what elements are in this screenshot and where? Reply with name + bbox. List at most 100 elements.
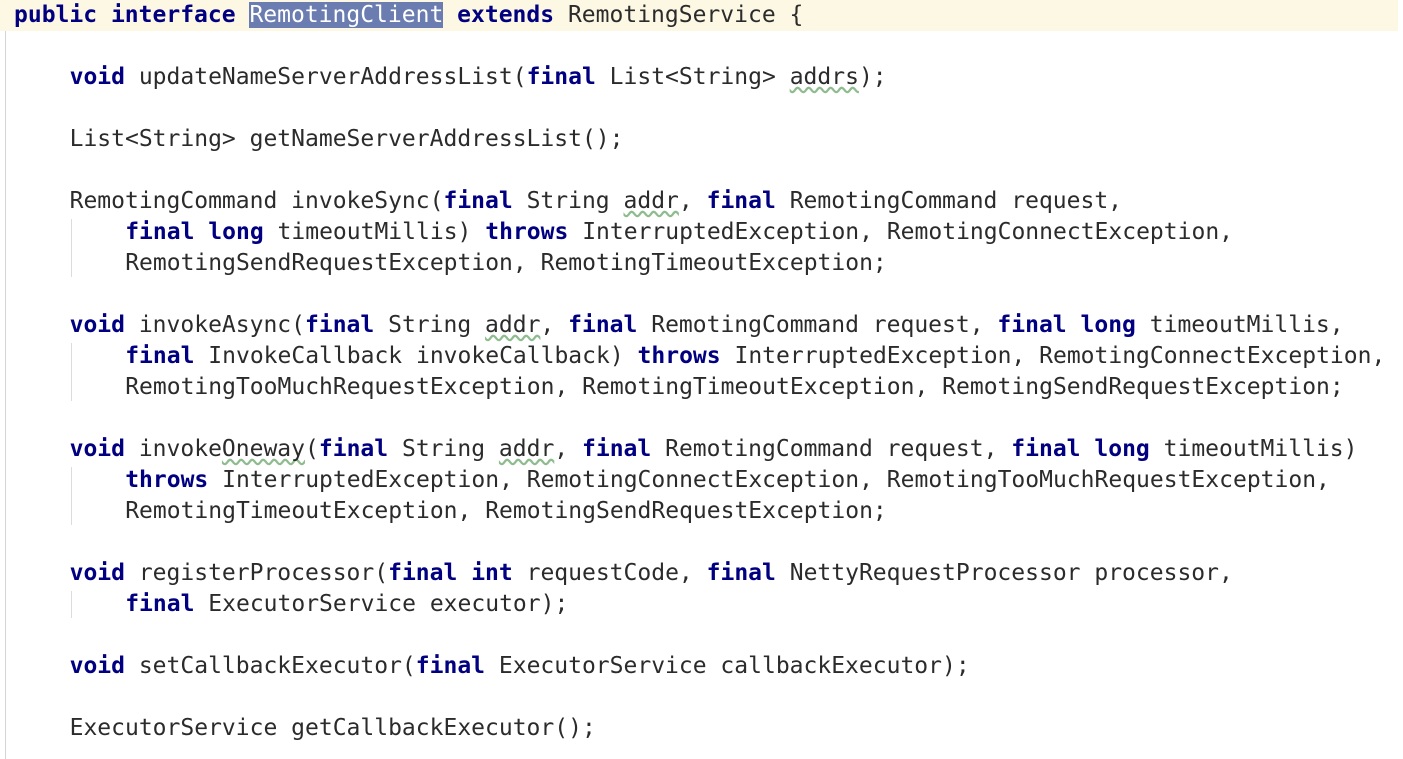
code-keyword: final: [318, 436, 389, 462]
code-text: invoke: [124, 436, 222, 462]
indent-guide: [71, 591, 72, 618]
code-line-current[interactable]: public interface RemotingClient extends …: [0, 0, 1398, 31]
code-text: timeoutMillis): [263, 219, 486, 245]
code-text: timeoutMillis): [1149, 436, 1358, 462]
code-keyword: final: [125, 219, 195, 245]
code-keyword: throws: [125, 467, 209, 493]
code-keyword: final: [526, 64, 596, 90]
code-line[interactable]: RemotingTooMuchRequestException, Remotin…: [0, 372, 1403, 403]
code-text: requestCode,: [512, 560, 707, 586]
code-text: RemotingTooMuchRequestException, Remotin…: [125, 374, 1344, 400]
code-keyword: void: [69, 560, 125, 586]
indent-guide: [71, 467, 72, 525]
code-line[interactable]: void updateNameServerAddressList(final L…: [0, 62, 1403, 93]
code-text: ExecutorService getCallbackExecutor();: [69, 715, 596, 741]
code-keyword: void: [69, 64, 125, 90]
code-text: RemotingSendRequestException, RemotingTi…: [125, 250, 887, 276]
code-keyword: final: [997, 312, 1067, 338]
code-text: updateNameServerAddressList(: [124, 64, 527, 90]
code-keyword: long: [208, 219, 264, 245]
code-line[interactable]: List<String> getNameServerAddressList();: [0, 124, 1403, 155]
code-text: RemotingTimeoutException, RemotingSendRe…: [125, 498, 887, 524]
code-line[interactable]: throws InterruptedException, RemotingCon…: [0, 465, 1403, 496]
code-line-blank[interactable]: [0, 155, 1403, 186]
code-keyword: final: [443, 188, 513, 214]
code-text: InvokeCallback invokeCallback): [194, 343, 638, 369]
code-text: );: [858, 64, 887, 90]
code-keyword: public: [14, 2, 98, 28]
code-line[interactable]: void invokeOneway(final String addr, fin…: [0, 434, 1403, 465]
code-line[interactable]: RemotingCommand invokeSync(final String …: [0, 186, 1403, 217]
code-keyword: long: [1080, 312, 1136, 338]
code-text: NettyRequestProcessor processor,: [775, 560, 1233, 586]
code-line-blank[interactable]: [0, 403, 1403, 434]
code-text: ,: [540, 312, 569, 338]
code-keyword: extends: [457, 2, 555, 28]
code-line[interactable]: final InvokeCallback invokeCallback) thr…: [0, 341, 1403, 372]
code-keyword: long: [1094, 436, 1150, 462]
code-keyword: throws: [637, 343, 721, 369]
code-line-blank[interactable]: [0, 527, 1403, 558]
code-text: String: [374, 312, 486, 338]
code-line[interactable]: void registerProcessor(final int request…: [0, 558, 1403, 589]
code-text: ExecutorService executor);: [194, 591, 569, 617]
code-text: String: [512, 188, 624, 214]
code-keyword: throws: [485, 219, 569, 245]
code-keyword: final: [305, 312, 375, 338]
selected-identifier[interactable]: RemotingClient: [249, 2, 444, 28]
code-text: setCallbackExecutor(: [124, 653, 416, 679]
code-editor[interactable]: public interface RemotingClient extends …: [0, 0, 1403, 759]
code-line[interactable]: ExecutorService getCallbackExecutor();: [0, 713, 1403, 744]
code-line[interactable]: void invokeAsync(final String addr, fina…: [0, 310, 1403, 341]
code-text: String: [388, 436, 499, 462]
code-content[interactable]: public interface RemotingClient extends …: [0, 0, 1403, 744]
code-text: ExecutorService callbackExecutor);: [485, 653, 970, 679]
code-keyword: final: [415, 653, 486, 679]
code-keyword: final: [125, 591, 195, 617]
code-line-blank[interactable]: [0, 682, 1403, 713]
code-text: RemotingCommand request,: [651, 436, 1012, 462]
typo-underlined-identifier: Oneway: [221, 436, 306, 462]
code-line[interactable]: RemotingSendRequestException, RemotingTi…: [0, 248, 1403, 279]
code-text: ,: [554, 436, 582, 462]
code-text: RemotingCommand request,: [637, 312, 998, 338]
code-line-blank[interactable]: [0, 31, 1403, 62]
code-text: registerProcessor(: [124, 560, 389, 586]
code-text: InterruptedException, RemotingConnectExc…: [208, 467, 1330, 493]
code-text: invokeAsync(: [124, 312, 305, 338]
code-text: List<String> getNameServerAddressList();: [69, 126, 624, 152]
typo-underlined-identifier: addr: [485, 312, 541, 338]
code-keyword: final: [568, 312, 638, 338]
code-text: InterruptedException, RemotingConnectExc…: [720, 343, 1386, 369]
code-keyword: final: [388, 560, 458, 586]
code-text: RemotingCommand invokeSync(: [69, 188, 444, 214]
code-keyword: final: [125, 343, 195, 369]
code-keyword: int: [471, 560, 513, 586]
code-keyword: final: [706, 560, 776, 586]
code-keyword: interface: [110, 2, 236, 28]
code-line-blank[interactable]: [0, 620, 1403, 651]
code-text: List<String>: [595, 64, 790, 90]
code-line[interactable]: final long timeoutMillis) throws Interru…: [0, 217, 1403, 248]
code-line[interactable]: RemotingTimeoutException, RemotingSendRe…: [0, 496, 1403, 527]
typo-underlined-identifier: addr: [623, 188, 679, 214]
code-keyword: final: [582, 436, 652, 462]
code-line[interactable]: void setCallbackExecutor(final ExecutorS…: [0, 651, 1403, 682]
code-keyword: final: [706, 188, 776, 214]
code-line[interactable]: final ExecutorService executor);: [0, 589, 1403, 620]
code-line-blank[interactable]: [0, 93, 1403, 124]
code-keyword: void: [69, 653, 125, 679]
code-line-blank[interactable]: [0, 279, 1403, 310]
code-keyword: void: [69, 436, 125, 462]
typo-underlined-identifier: addrs: [789, 64, 859, 90]
code-text: InterruptedException, RemotingConnectExc…: [568, 219, 1234, 245]
code-keyword: final: [1011, 436, 1081, 462]
code-text: RemotingService {: [554, 2, 804, 28]
